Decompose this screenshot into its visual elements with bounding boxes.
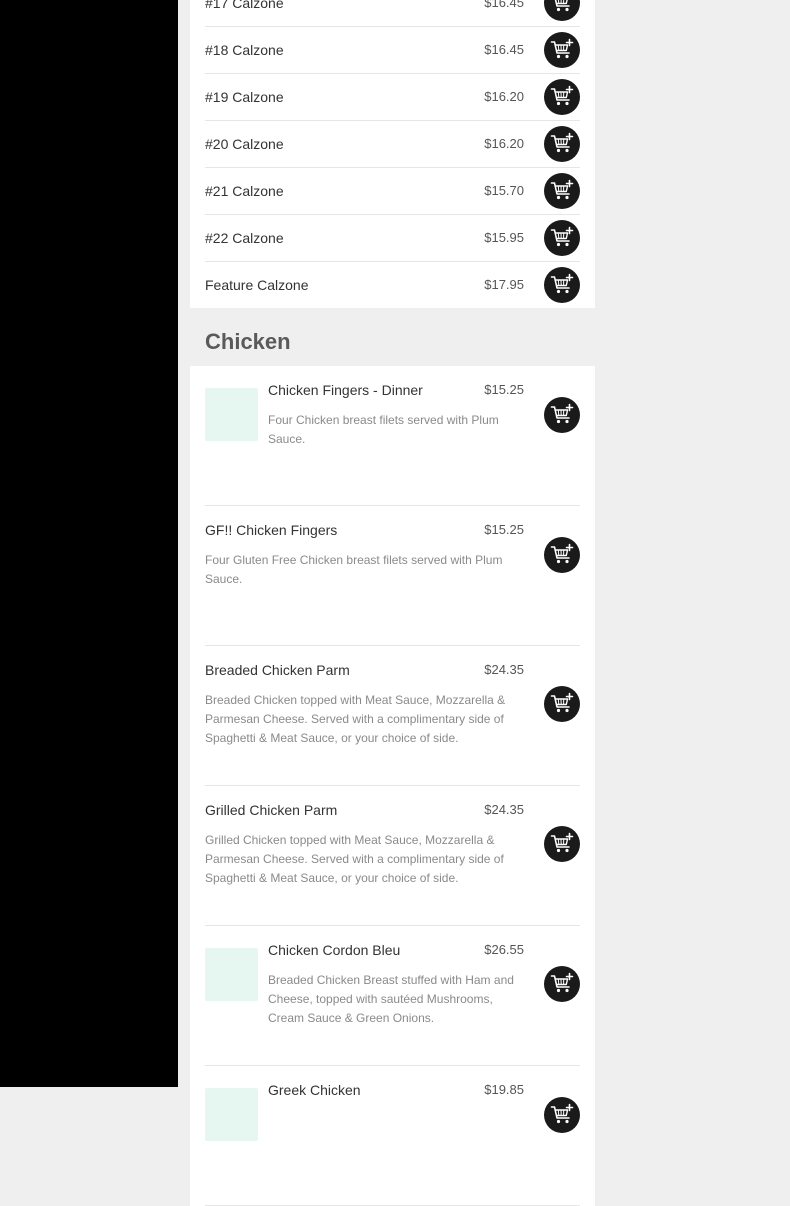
sidebar [0, 0, 178, 1087]
add-to-cart-button[interactable] [544, 0, 580, 21]
add-to-cart-button[interactable] [544, 220, 580, 256]
add-to-cart-button[interactable] [544, 826, 580, 862]
item-thumbnail [205, 948, 258, 1001]
cart-plus-icon [550, 179, 574, 203]
cart-plus-icon [550, 226, 574, 250]
add-to-cart-button[interactable] [544, 79, 580, 115]
item-price: $16.20 [484, 136, 524, 151]
menu-item-row[interactable]: #22 Calzone $15.95 [205, 215, 580, 262]
add-to-cart-button[interactable] [544, 267, 580, 303]
menu-item-card[interactable]: Breaded Chicken Parm $24.35 Breaded Chic… [205, 646, 580, 786]
item-name: #20 Calzone [205, 136, 284, 152]
add-to-cart-button[interactable] [544, 966, 580, 1002]
cart-plus-icon [550, 0, 574, 15]
add-to-cart-button[interactable] [544, 537, 580, 573]
cart-plus-icon [550, 273, 574, 297]
item-description: Four Gluten Free Chicken breast filets s… [205, 551, 515, 589]
item-name: #22 Calzone [205, 230, 284, 246]
item-price: $17.95 [484, 277, 524, 292]
item-thumbnail [205, 388, 258, 441]
add-to-cart-button[interactable] [544, 397, 580, 433]
item-description: Four Chicken breast filets served with P… [268, 411, 518, 449]
cart-plus-icon [550, 832, 574, 856]
menu-list: #17 Calzone $16.45 #18 Calzone $16.45 #1… [190, 0, 595, 1206]
menu-item-row[interactable]: #17 Calzone $16.45 [205, 0, 580, 27]
cart-plus-icon [550, 403, 574, 427]
item-name: #19 Calzone [205, 89, 284, 105]
item-price: $16.45 [484, 0, 524, 10]
menu-item-row[interactable]: #21 Calzone $15.70 [205, 168, 580, 215]
cart-plus-icon [550, 38, 574, 62]
item-description: Breaded Chicken topped with Meat Sauce, … [205, 691, 515, 748]
add-to-cart-button[interactable] [544, 173, 580, 209]
menu-item-row[interactable]: #19 Calzone $16.20 [205, 74, 580, 121]
item-name: Greek Chicken [268, 1082, 361, 1098]
item-price: $24.35 [484, 662, 524, 677]
chicken-section: Chicken Fingers - Dinner $15.25 Four Chi… [190, 366, 595, 1206]
menu-item-card[interactable]: Greek Chicken $19.85 [205, 1066, 580, 1206]
cart-plus-icon [550, 972, 574, 996]
item-price: $19.85 [484, 1082, 524, 1097]
item-price: $15.25 [484, 382, 524, 397]
item-price: $15.95 [484, 230, 524, 245]
item-name: Breaded Chicken Parm [205, 662, 350, 678]
item-price: $16.20 [484, 89, 524, 104]
item-name: Chicken Cordon Bleu [268, 942, 400, 958]
item-price: $24.35 [484, 802, 524, 817]
item-price: $16.45 [484, 42, 524, 57]
item-name: Grilled Chicken Parm [205, 802, 337, 818]
item-name: #21 Calzone [205, 183, 284, 199]
add-to-cart-button[interactable] [544, 126, 580, 162]
item-price: $26.55 [484, 942, 524, 957]
cart-plus-icon [550, 85, 574, 109]
menu-item-card[interactable]: Chicken Cordon Bleu $26.55 Breaded Chick… [205, 926, 580, 1066]
item-name: #18 Calzone [205, 42, 284, 58]
menu-item-card[interactable]: Chicken Fingers - Dinner $15.25 Four Chi… [205, 366, 580, 506]
item-price: $15.25 [484, 522, 524, 537]
calzone-section: #17 Calzone $16.45 #18 Calzone $16.45 #1… [190, 0, 595, 308]
menu-item-card[interactable]: GF!! Chicken Fingers $15.25 Four Gluten … [205, 506, 580, 646]
add-to-cart-button[interactable] [544, 32, 580, 68]
menu-item-card[interactable]: Grilled Chicken Parm $24.35 Grilled Chic… [205, 786, 580, 926]
menu-item-row[interactable]: Feature Calzone $17.95 [205, 262, 580, 308]
item-price: $15.70 [484, 183, 524, 198]
item-name: GF!! Chicken Fingers [205, 522, 337, 538]
cart-plus-icon [550, 1103, 574, 1127]
add-to-cart-button[interactable] [544, 1097, 580, 1133]
section-heading-chicken: Chicken [190, 308, 595, 366]
cart-plus-icon [550, 692, 574, 716]
item-thumbnail [205, 1088, 258, 1141]
item-description: Breaded Chicken Breast stuffed with Ham … [268, 971, 518, 1028]
cart-plus-icon [550, 543, 574, 567]
menu-item-row[interactable]: #20 Calzone $16.20 [205, 121, 580, 168]
item-name: #17 Calzone [205, 0, 284, 11]
cart-plus-icon [550, 132, 574, 156]
item-name: Chicken Fingers - Dinner [268, 382, 423, 398]
item-description: Grilled Chicken topped with Meat Sauce, … [205, 831, 515, 888]
menu-item-row[interactable]: #18 Calzone $16.45 [205, 27, 580, 74]
item-name: Feature Calzone [205, 277, 309, 293]
add-to-cart-button[interactable] [544, 686, 580, 722]
